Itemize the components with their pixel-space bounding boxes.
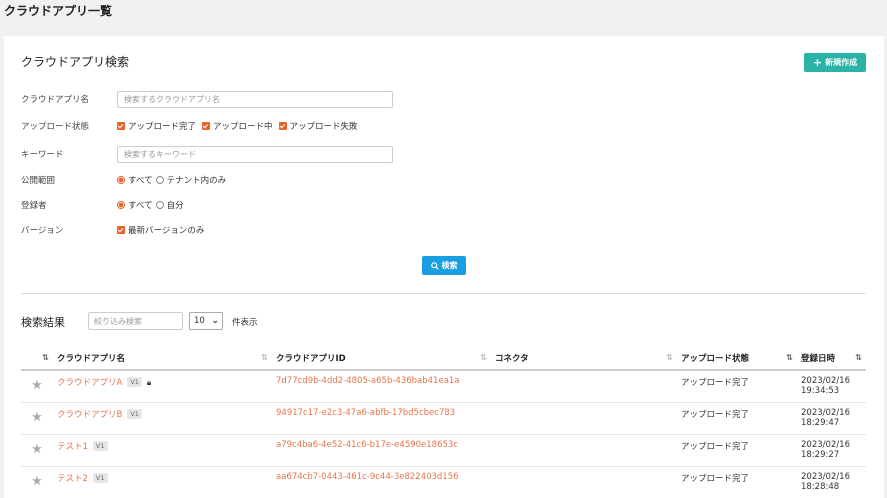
page-size-suffix: 件表示 (232, 318, 258, 328)
version-badge: V1 (92, 472, 108, 483)
app-name-row: クラウドアプリ名 検索するクラウドアプリ名 (21, 90, 393, 108)
search-panel: クラウドアプリ検索 + 新規作成 クラウドアプリ名 検索するクラウドアプリ名 ア… (4, 36, 884, 498)
radio-selected-icon (117, 201, 125, 209)
app-id-column-header[interactable]: クラウドアプリID ⇅ (272, 346, 491, 371)
connector-cell (491, 402, 677, 435)
magnifier-icon (430, 261, 439, 270)
app-name-label: クラウドアプリ名 (21, 95, 90, 105)
checkbox-checked-icon (202, 122, 211, 130)
section-divider (21, 293, 866, 294)
version-row: バージョン 最新バージョンのみ (21, 221, 210, 239)
radio-empty-icon (155, 201, 164, 209)
table-row: ★ クラウドアプリA V1 🔒︎ 7d77cd9b-4dd2-4805-a65b-4… (21, 370, 866, 403)
keyword-input[interactable]: 検索するキーワード (117, 145, 393, 163)
registrant-self-radio[interactable]: 自分 (155, 199, 184, 211)
table-row: ★ クラウドアプリB V1 94917c17-e2c3-47a6-abfb-17b… (21, 402, 866, 435)
sort-icon: ⇅ (786, 353, 793, 362)
table-row: ★ テスト2 V1 aa674cb7-0443-461c-9c44-3e82240… (21, 466, 866, 498)
page-size-value: 10 (194, 316, 205, 326)
new-create-label: 新規作成 (825, 58, 858, 67)
status-uploading-checkbox[interactable]: アップロード中 (202, 120, 273, 132)
scope-all-radio[interactable]: すべて (117, 174, 153, 186)
table-row: ★ テスト1 V1 a79c4ba6-4e52-41c6-b17e-e4590e1… (21, 434, 866, 467)
sort-icon: ⇅ (666, 353, 673, 362)
favorite-star-icon[interactable]: ★ (21, 402, 53, 435)
page-title: クラウドアプリ一覧 (4, 4, 113, 18)
version-label: バージョン (21, 226, 64, 236)
latest-version-checkbox[interactable]: 最新バージョンのみ (117, 224, 204, 236)
registered-date-column-header[interactable]: 登録日時 ⇅ (797, 346, 866, 371)
registered-date-cell: 2023/02/16 18:28:48 (797, 466, 866, 498)
sort-icon: ⇅ (855, 353, 862, 362)
registered-date-cell: 2023/02/16 19:34:53 (797, 370, 866, 403)
upload-status-column-header[interactable]: アップロード状態 ⇅ (677, 346, 797, 371)
favorite-star-icon[interactable]: ★ (21, 370, 53, 403)
registrant-all-radio[interactable]: すべて (117, 199, 153, 211)
version-badge: V1 (92, 440, 108, 451)
registered-date-cell: 2023/02/16 18:29:27 (797, 434, 866, 467)
sort-icon: ⇅ (261, 353, 268, 362)
app-name-link[interactable]: テスト1 (57, 442, 88, 452)
search-button-label: 検索 (441, 261, 458, 270)
lock-icon: 🔒︎ (146, 378, 152, 387)
connector-column-header[interactable]: コネクタ ⇅ (491, 346, 677, 371)
app-name-link[interactable]: クラウドアプリA (57, 378, 122, 388)
registrant-row: 登録者 すべて 自分 (21, 196, 190, 214)
upload-status-cell: アップロード完了 (677, 434, 797, 467)
chevron-down-icon: ⌄ (211, 316, 219, 326)
upload-status-cell: アップロード完了 (677, 402, 797, 435)
new-create-button[interactable]: + 新規作成 (804, 53, 866, 72)
upload-status-cell: アップロード完了 (677, 466, 797, 498)
favorite-star-icon[interactable]: ★ (21, 466, 53, 498)
search-section-title: クラウドアプリ検索 (21, 55, 130, 69)
checkbox-checked-icon (278, 122, 287, 130)
sort-icon: ⇅ (42, 353, 49, 362)
app-name-link[interactable]: クラウドアプリB (57, 410, 122, 420)
app-name-column-header[interactable]: クラウドアプリ名 ⇅ (53, 346, 272, 371)
scope-label: 公開範囲 (21, 176, 56, 186)
status-failed-checkbox[interactable]: アップロード失敗 (278, 120, 358, 132)
plus-icon: + (812, 56, 823, 69)
scope-row: 公開範囲 すべて テナント内のみ (21, 171, 232, 189)
app-id-link[interactable]: 94917c17-e2c3-47a6-abfb-17bd5cbec783 (276, 408, 455, 418)
keyword-label: キーワード (21, 150, 64, 160)
radio-selected-icon (117, 176, 125, 184)
app-id-link[interactable]: a79c4ba6-4e52-41c6-b17e-e4590e18653c (276, 440, 458, 450)
results-table: ⇅ クラウドアプリ名 ⇅ クラウドアプリID ⇅ コネクタ ⇅ アップロード状態 ⇅ 登… (21, 346, 866, 498)
upload-status-row: アップロード状態 アップロード完了 アップロード中 アップロード失敗 (21, 117, 364, 135)
radio-empty-icon (155, 176, 164, 184)
version-badge: V1 (127, 408, 142, 419)
connector-cell (491, 466, 677, 498)
app-id-link[interactable]: aa674cb7-0443-461c-9c44-3e822403d156 (276, 472, 459, 482)
upload-status-cell: アップロード完了 (677, 370, 797, 403)
favorite-star-icon[interactable]: ★ (21, 434, 53, 467)
registrant-label: 登録者 (21, 201, 47, 211)
app-name-link[interactable]: テスト2 (57, 474, 88, 484)
scope-tenant-radio[interactable]: テナント内のみ (155, 174, 226, 186)
checkbox-checked-icon (117, 226, 125, 234)
filter-input[interactable]: 絞り込み検索 (88, 312, 183, 330)
status-complete-checkbox[interactable]: アップロード完了 (117, 120, 196, 132)
registered-date-cell: 2023/02/16 18:29:47 (797, 402, 866, 435)
table-header-row: ⇅ クラウドアプリ名 ⇅ クラウドアプリID ⇅ コネクタ ⇅ アップロード状態 ⇅ 登… (21, 346, 866, 371)
upload-status-label: アップロード状態 (21, 122, 90, 132)
app-id-link[interactable]: 7d77cd9b-4dd2-4805-a65b-436bab41ea1a (276, 376, 460, 386)
sort-icon: ⇅ (480, 353, 487, 362)
connector-cell (491, 370, 677, 403)
search-button[interactable]: 検索 (422, 256, 466, 275)
checkbox-checked-icon (117, 122, 125, 130)
version-badge: V1 (127, 377, 142, 387)
app-name-input[interactable]: 検索するクラウドアプリ名 (117, 90, 393, 108)
results-title: 検索結果 (21, 316, 65, 329)
keyword-row: キーワード 検索するキーワード (21, 145, 393, 163)
connector-cell (491, 434, 677, 467)
favorite-column-header[interactable]: ⇅ (21, 346, 53, 371)
page-size-select[interactable]: 10 ⌄ (189, 312, 223, 330)
